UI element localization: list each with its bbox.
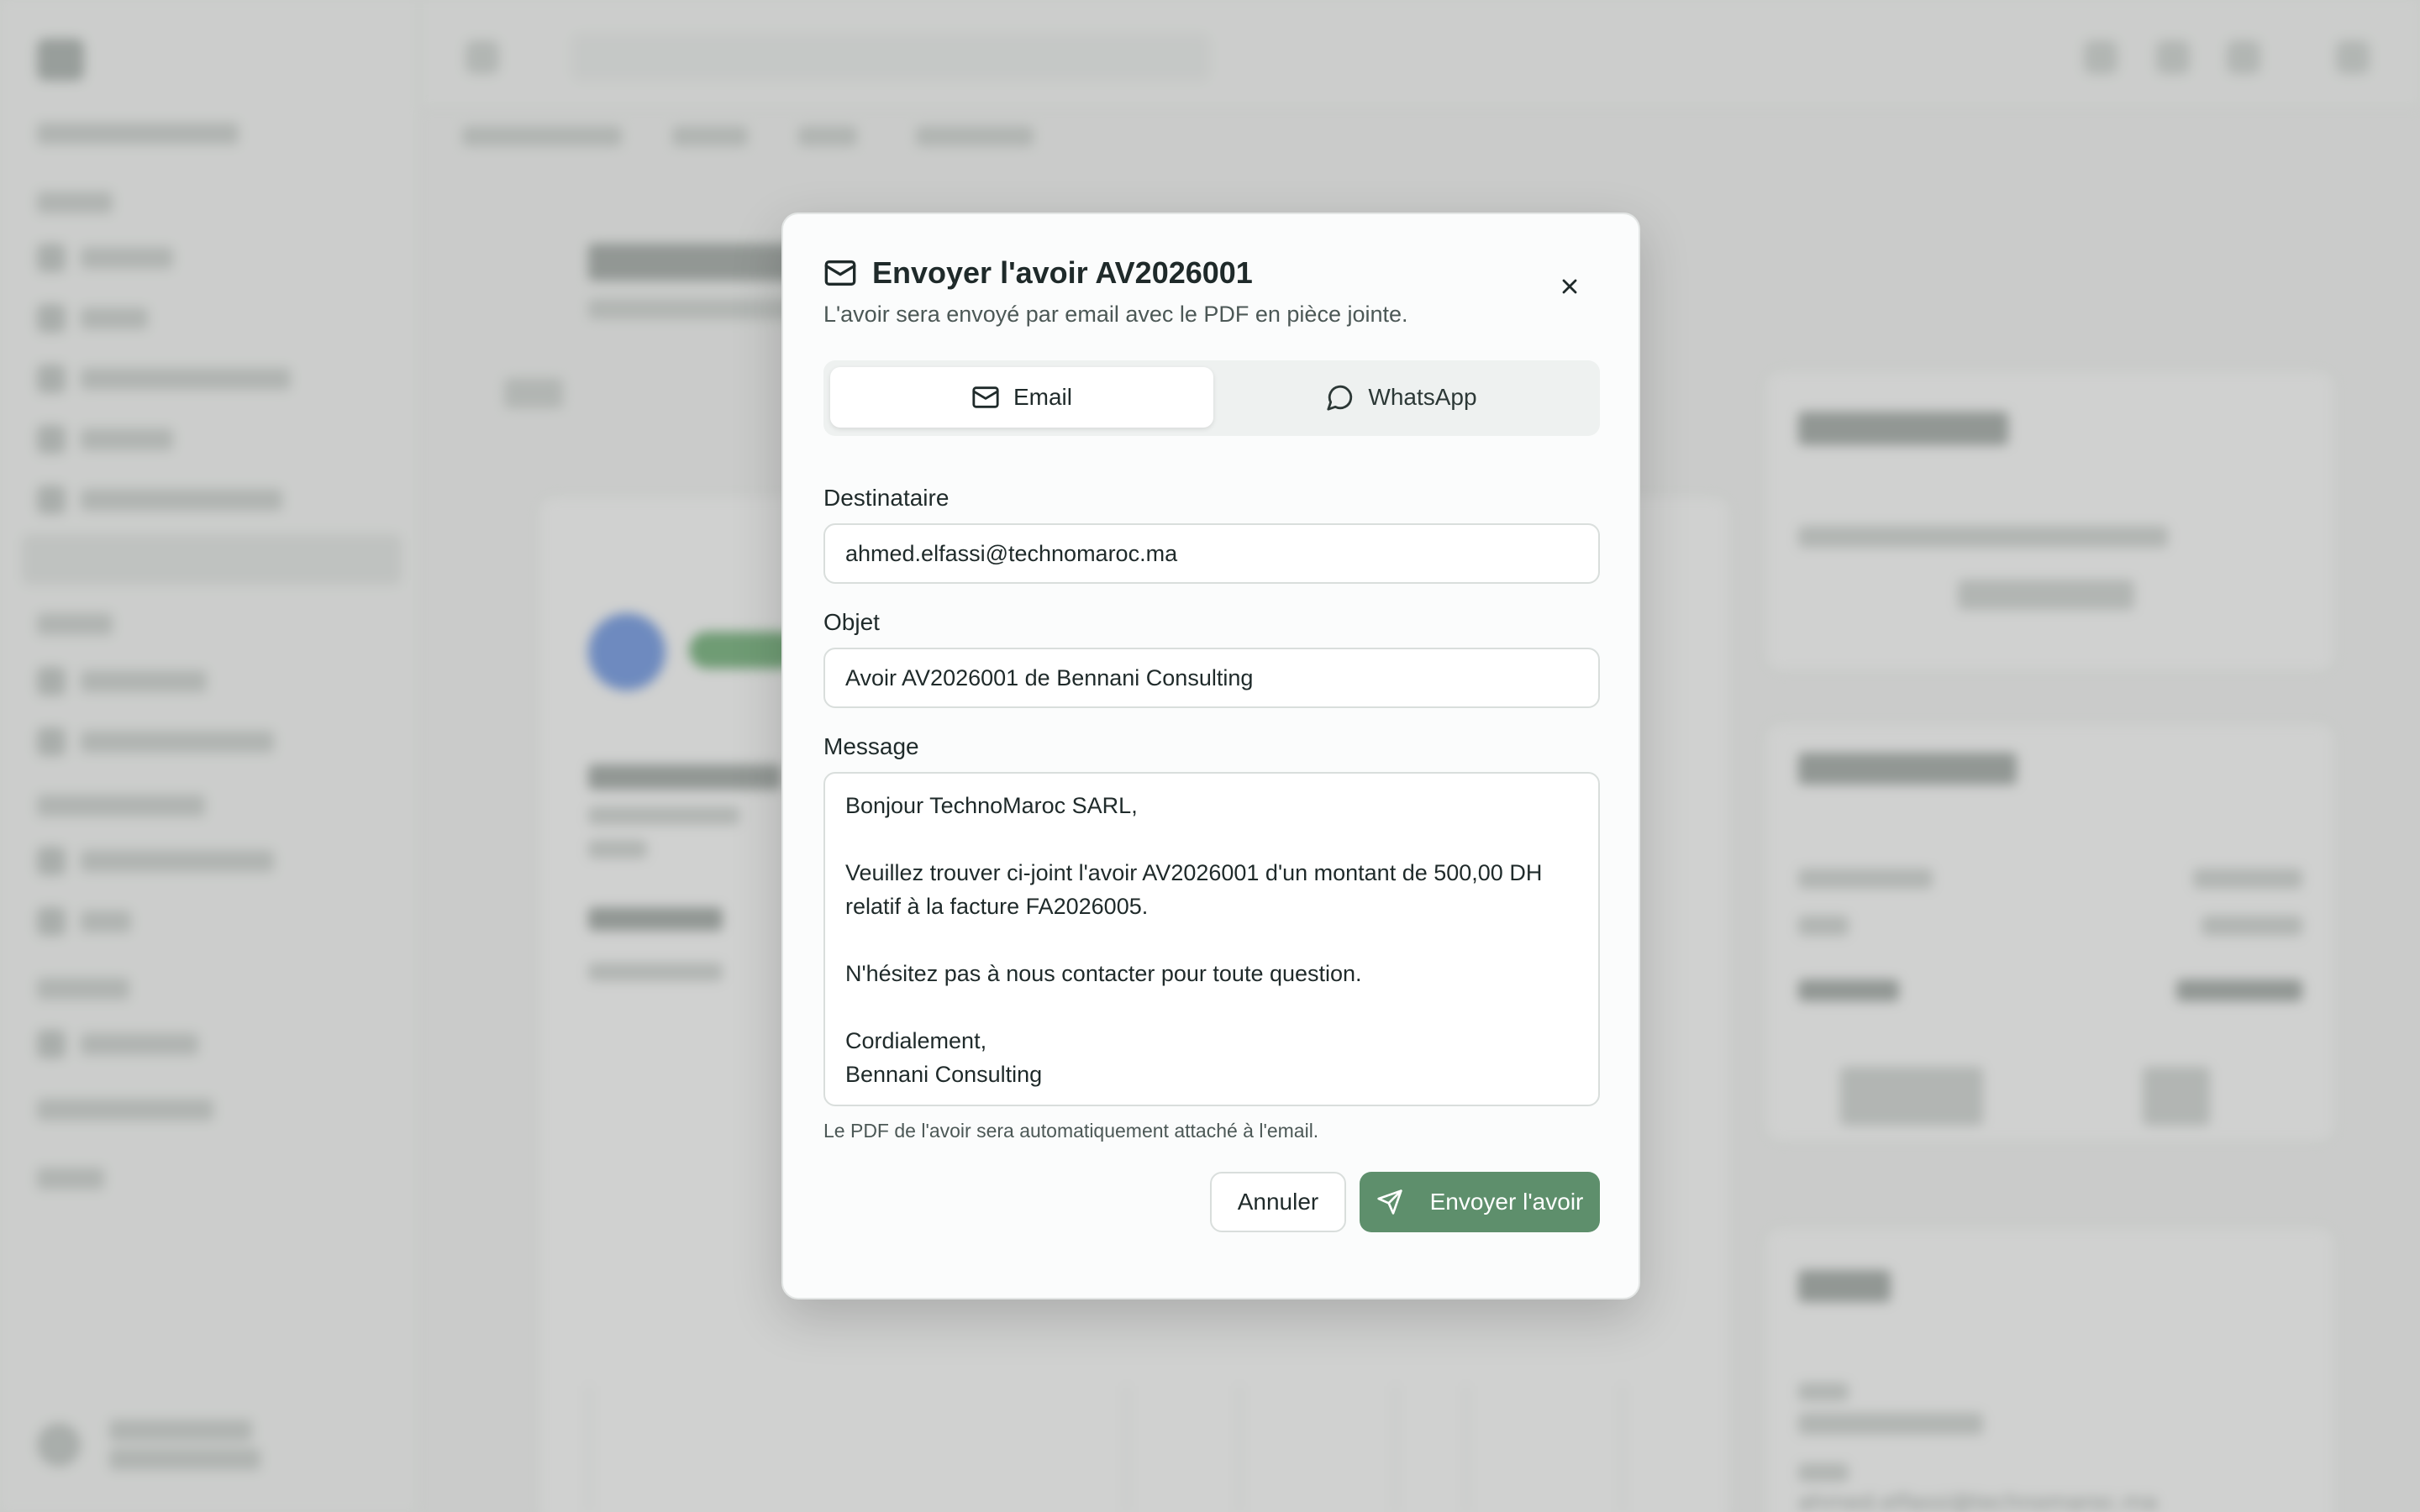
message-textarea[interactable]: Bonjour TechnoMaroc SARL, Veuillez trouv…: [823, 772, 1600, 1106]
tab-whatsapp-label: WhatsApp: [1368, 384, 1477, 410]
send-credit-note-dialog: Envoyer l'avoir AV2026001 L'avoir sera e…: [781, 213, 1640, 1299]
recipient-label: Destinataire: [823, 485, 950, 511]
dialog-header: Envoyer l'avoir AV2026001: [823, 253, 1253, 293]
recipient-input[interactable]: [823, 523, 1600, 584]
cancel-button-label: Annuler: [1237, 1189, 1319, 1215]
message-circle-icon: [1327, 385, 1353, 411]
cancel-button[interactable]: Annuler: [1210, 1172, 1346, 1232]
send-button-label: Envoyer l'avoir: [1429, 1189, 1584, 1215]
close-icon: [1562, 279, 1577, 294]
dialog-subtitle: L'avoir sera envoyé par email avec le PD…: [823, 302, 1408, 327]
close-button[interactable]: [1549, 266, 1590, 307]
message-label: Message: [823, 733, 919, 759]
tab-email-label: Email: [1013, 384, 1072, 410]
channel-tabs: Email WhatsApp: [823, 360, 1600, 436]
subject-label: Objet: [823, 609, 880, 635]
mail-icon: [824, 260, 856, 286]
mail-icon: [972, 386, 999, 408]
attachment-hint: Le PDF de l'avoir sera automatiquement a…: [823, 1120, 1319, 1142]
subject-input[interactable]: [823, 648, 1600, 708]
tab-email[interactable]: Email: [830, 367, 1213, 428]
tab-whatsapp[interactable]: WhatsApp: [1210, 367, 1593, 428]
send-icon: [1376, 1189, 1402, 1215]
send-button[interactable]: Envoyer l'avoir: [1360, 1172, 1600, 1232]
dialog-title: Envoyer l'avoir AV2026001: [872, 255, 1253, 290]
